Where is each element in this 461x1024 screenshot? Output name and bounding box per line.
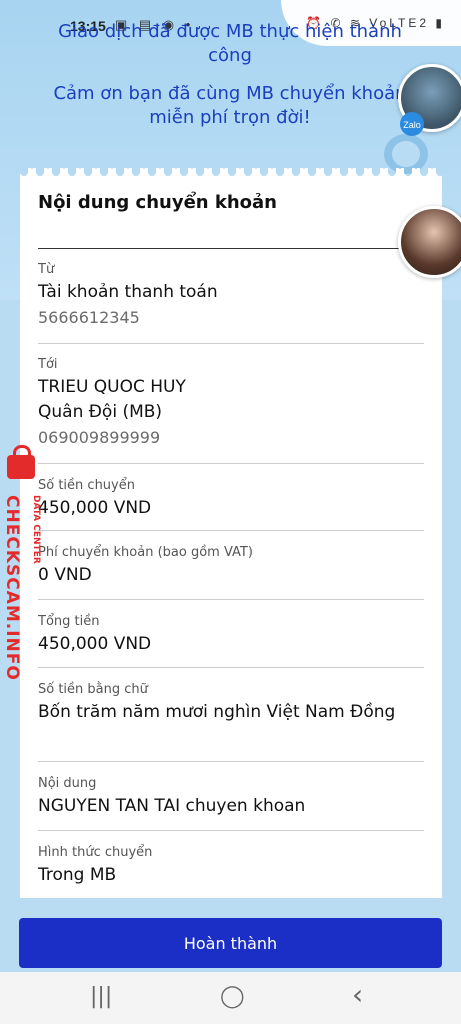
- amount-words-section: Số tiền bằng chữ Bốn trăm năm mươi nghìn…: [38, 682, 402, 725]
- to-name: TRIEU QUOC HUY: [38, 377, 186, 397]
- total-label: Tổng tiền: [38, 614, 100, 629]
- fee-label: Phí chuyển khoản (bao gồm VAT): [38, 545, 253, 560]
- from-account: 5666612345: [38, 308, 140, 327]
- card-title: Nội dung chuyển khoản: [38, 192, 277, 213]
- zalo-badge-text: Zalo: [403, 120, 421, 130]
- fee-value: 0 VND: [38, 565, 92, 585]
- chat-head-avatar-icon[interactable]: [398, 206, 461, 278]
- total-section: Tổng tiền 450,000 VND: [38, 614, 424, 657]
- amount-words-label: Số tiền bằng chữ: [38, 682, 148, 697]
- from-label: Từ: [38, 262, 55, 277]
- divider: [38, 248, 426, 249]
- thanks-message: Cảm ơn bạn đã cùng MB chuyển khoản miễn …: [53, 83, 407, 128]
- to-account: 069009899999: [38, 428, 161, 447]
- amount-value: 450,000 VND: [38, 498, 152, 518]
- amount-words-value: Bốn trăm năm mươi nghìn Việt Nam Đồng: [38, 702, 396, 722]
- fee-section: Phí chuyển khoản (bao gồm VAT) 0 VND: [38, 545, 424, 588]
- content-value: NGUYEN TAN TAI chuyen khoan: [38, 796, 306, 816]
- amount-label: Số tiền chuyển: [38, 478, 135, 493]
- watermark-subtext: DATA CENTER: [31, 495, 41, 564]
- content-section: Nội dung NGUYEN TAN TAI chuyen khoan: [38, 776, 424, 819]
- amount-section: Số tiền chuyển 450,000 VND: [38, 478, 424, 521]
- from-value: Tài khoản thanh toán: [38, 282, 218, 302]
- back-icon[interactable]: ‹: [352, 978, 363, 1011]
- recent-apps-icon[interactable]: |||: [90, 984, 112, 1009]
- success-message: Giao dịch đã được MB thực hiện thành côn…: [58, 21, 402, 66]
- to-label: Tới: [38, 357, 58, 372]
- to-section: Tới TRIEU QUOC HUY Quân Đội (MB) 0690098…: [38, 357, 424, 450]
- method-section: Hình thức chuyển Trong MB: [38, 845, 424, 888]
- android-nav-bar: ||| ◯ ‹: [0, 972, 461, 1024]
- content-label: Nội dung: [38, 776, 97, 791]
- divider: [38, 530, 424, 531]
- divider: [38, 830, 424, 831]
- transfer-details-card: Nội dung chuyển khoản Từ Tài khoản thanh…: [20, 168, 442, 898]
- divider: [38, 599, 424, 600]
- divider: [38, 761, 424, 762]
- from-section: Từ Tài khoản thanh toán 5666612345: [38, 262, 424, 330]
- method-value: Trong MB: [38, 865, 117, 885]
- watermark: CHECKSCAM.INFO DATA CENTER: [2, 445, 48, 681]
- divider: [38, 667, 424, 668]
- divider: [38, 343, 424, 344]
- home-icon[interactable]: ◯: [220, 984, 245, 1009]
- method-label: Hình thức chuyển: [38, 845, 153, 860]
- lock-icon: [7, 445, 35, 479]
- to-bank: Quân Đội (MB): [38, 402, 163, 422]
- done-button[interactable]: Hoàn thành: [19, 918, 442, 968]
- divider: [38, 463, 424, 464]
- total-value: 450,000 VND: [38, 634, 152, 654]
- watermark-text: CHECKSCAM.INFO: [2, 495, 22, 681]
